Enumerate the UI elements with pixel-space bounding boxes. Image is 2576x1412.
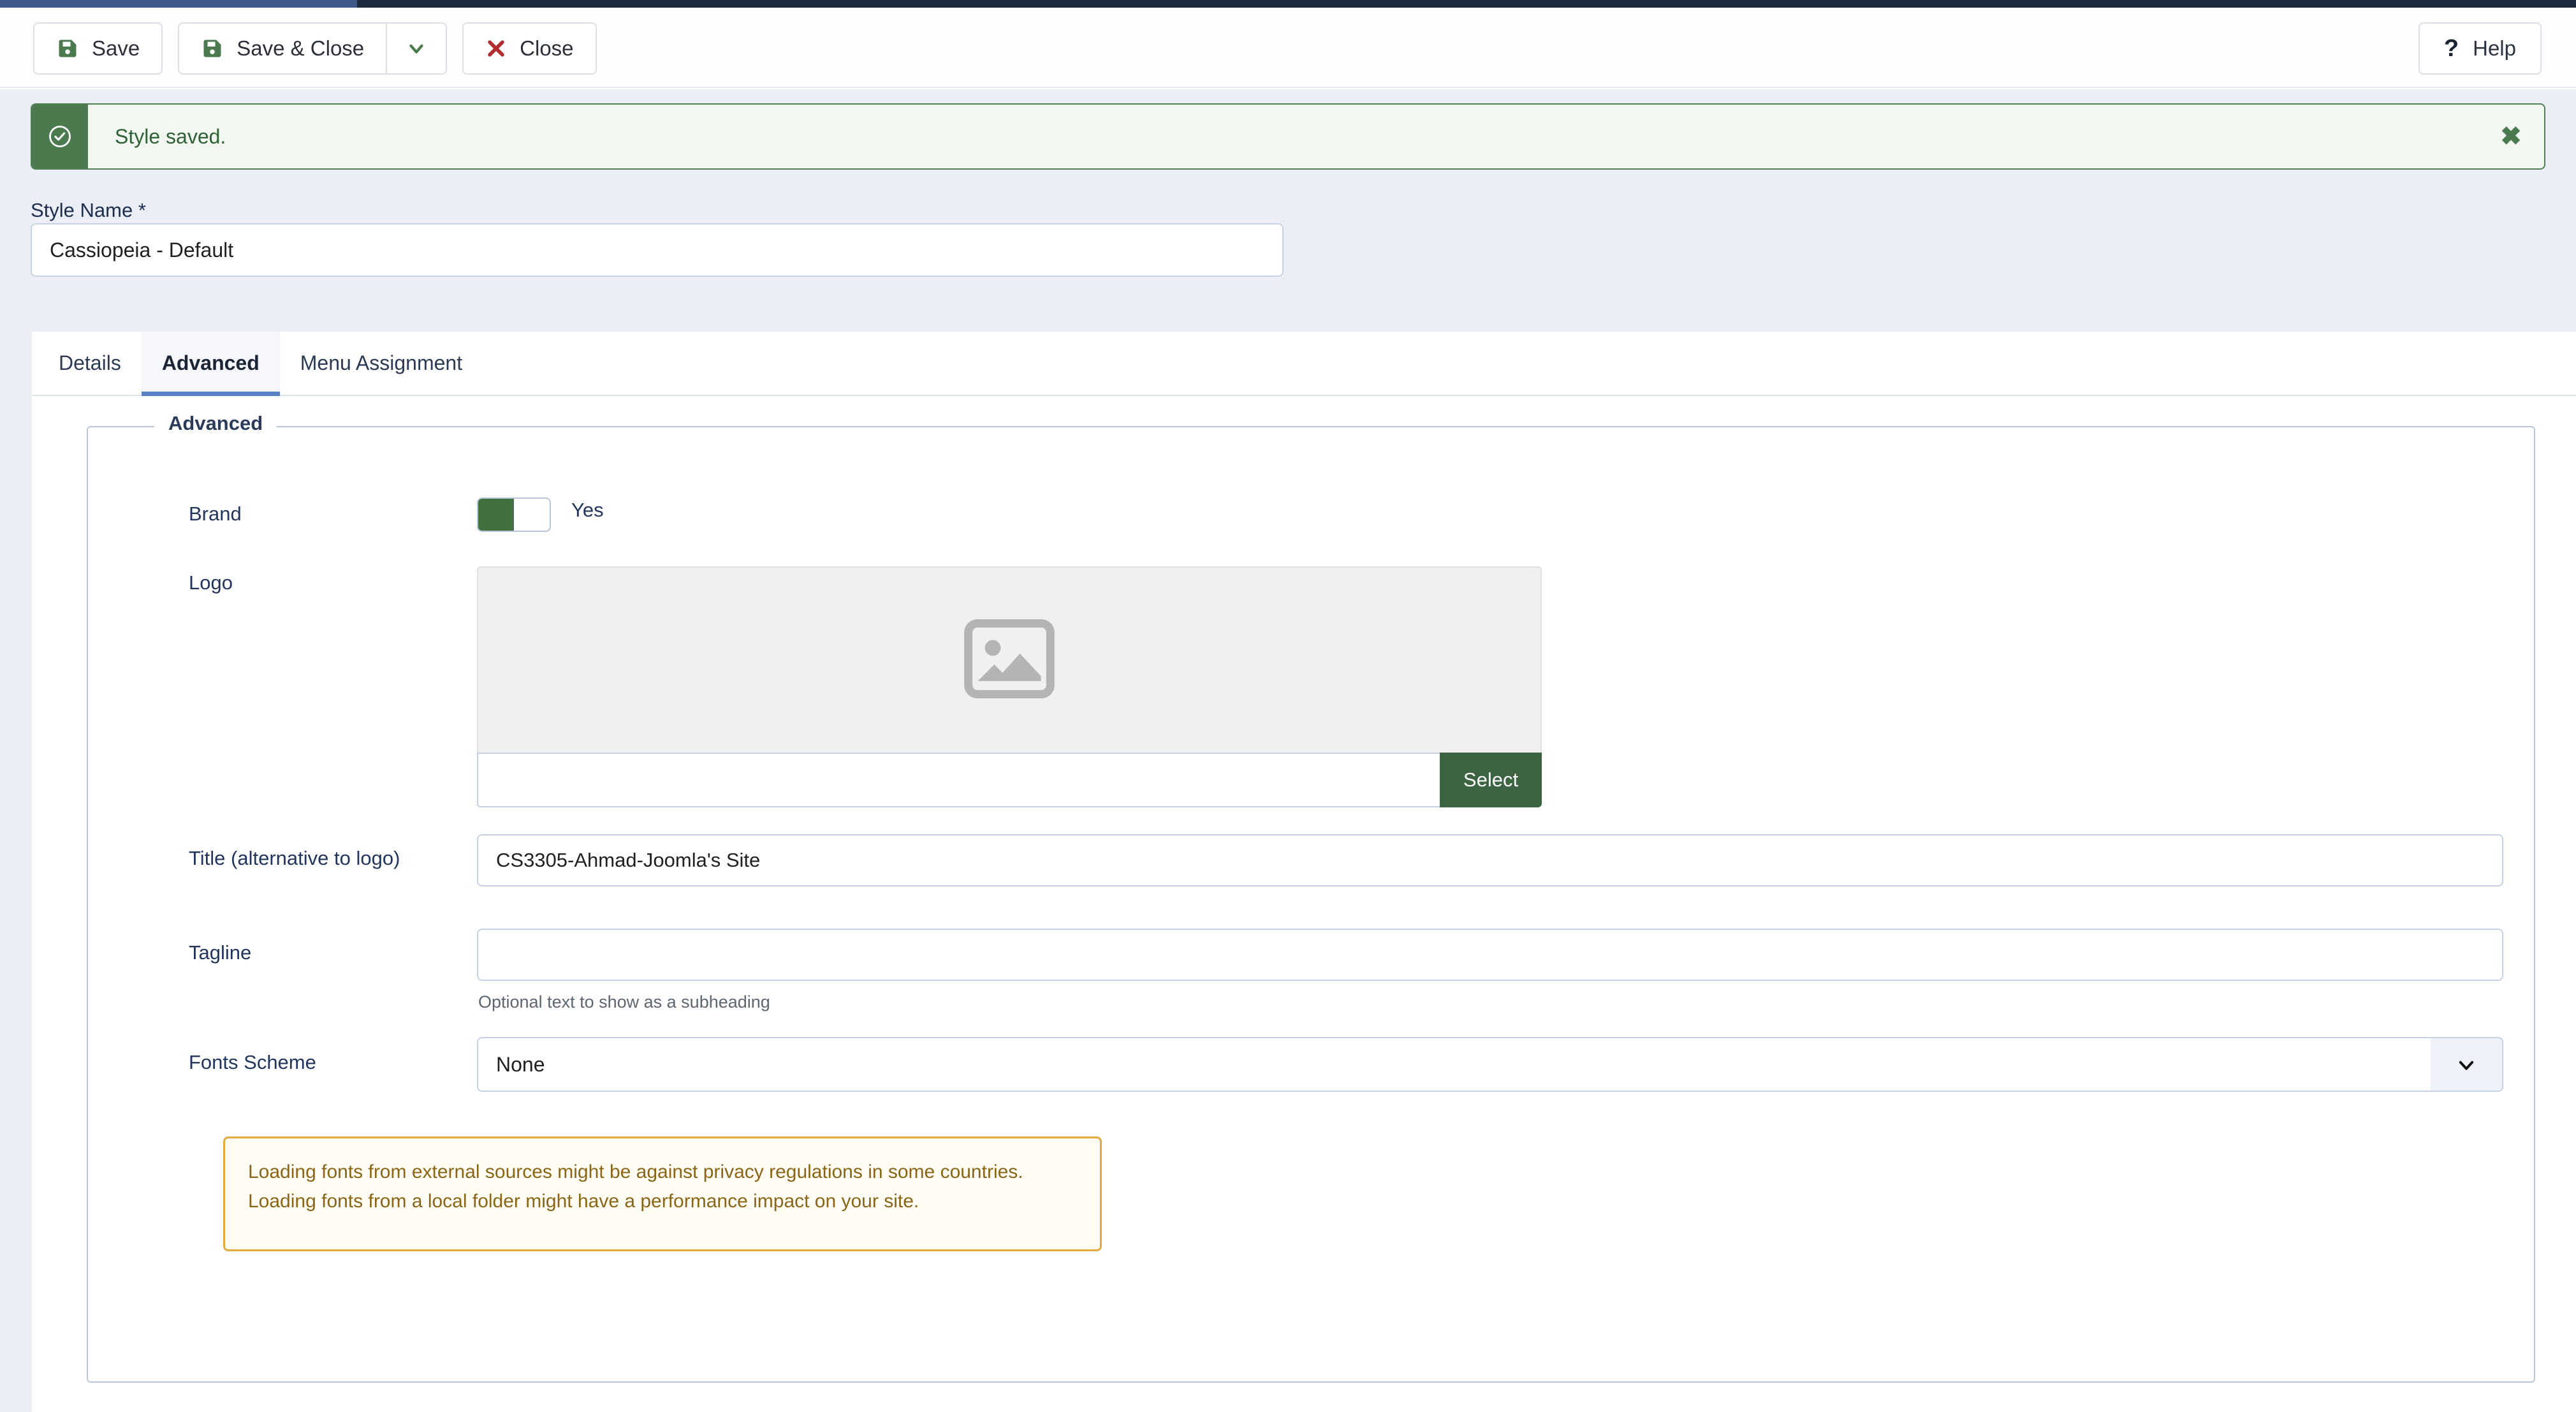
tab-advanced[interactable]: Advanced — [141, 332, 280, 396]
save-icon — [201, 37, 224, 60]
save-dropdown-toggle[interactable] — [386, 22, 448, 75]
question-mark-icon: ? — [2443, 35, 2459, 62]
tagline-input[interactable] — [477, 929, 2503, 981]
field-row-fonts-scheme: Fonts Scheme None — [88, 1037, 2536, 1101]
brand-toggle-state-label: Yes — [571, 499, 604, 521]
save-button[interactable]: Save — [33, 22, 163, 75]
field-row-title: Title (alternative to logo) CS3305-Ahmad… — [88, 834, 2536, 892]
save-and-close-label: Save & Close — [237, 36, 365, 60]
fonts-scheme-selected-value: None — [496, 1052, 545, 1076]
alert-message: Style saved. — [115, 124, 226, 148]
style-name-input[interactable]: Cassiopeia - Default — [31, 223, 1284, 277]
fonts-scheme-select[interactable]: None — [477, 1037, 2503, 1092]
brand-toggle-off-half — [514, 499, 550, 531]
logo-select-button[interactable]: Select — [1440, 753, 1542, 807]
chevron-down-icon[interactable] — [2431, 1038, 2502, 1091]
notice-line-2: Loading fonts from a local folder might … — [248, 1190, 919, 1212]
alert-close-button[interactable]: ✖ — [2478, 105, 2544, 168]
top-bar — [0, 0, 2576, 8]
title-label: Title (alternative to logo) — [189, 847, 400, 869]
notice-line-1: Loading fonts from external sources migh… — [248, 1161, 1023, 1182]
tagline-label: Tagline — [189, 941, 252, 964]
save-close-split-button: Save & Close — [178, 22, 448, 75]
close-x-icon — [485, 38, 507, 59]
field-row-brand: Brand Yes — [88, 497, 2536, 536]
page-body: Style saved. ✖ Style Name * Cassiopeia -… — [0, 89, 2576, 1412]
chevron-down-icon — [406, 38, 427, 59]
close-button[interactable]: Close — [462, 22, 597, 75]
logo-path-input[interactable] — [477, 753, 1440, 807]
fonts-privacy-notice: Loading fonts from external sources migh… — [223, 1136, 1102, 1251]
save-icon — [56, 37, 79, 60]
save-button-label: Save — [92, 36, 140, 60]
alert-success: Style saved. ✖ — [31, 103, 2545, 170]
save-and-close-button[interactable]: Save & Close — [178, 22, 386, 75]
close-button-label: Close — [520, 36, 574, 60]
image-placeholder-icon — [964, 619, 1055, 702]
check-circle-icon — [32, 105, 88, 168]
field-row-tagline: Tagline Optional text to show as a subhe… — [88, 929, 2536, 1018]
field-row-logo: Logo Select — [88, 566, 2536, 809]
content-card: Details Advanced Menu Assignment Advance… — [32, 332, 2576, 1412]
toolbar: Save Save & Close Close ? Help — [0, 8, 2576, 88]
tagline-help-text: Optional text to show as a subheading — [478, 992, 770, 1011]
tab-bar: Details Advanced Menu Assignment — [32, 332, 2576, 396]
title-input[interactable]: CS3305-Ahmad-Joomla's Site — [477, 834, 2503, 886]
left-gutter — [0, 89, 32, 1412]
logo-preview[interactable] — [477, 566, 1542, 753]
top-bar-sidebar-accent — [0, 0, 357, 8]
toolbar-button-group: Save Save & Close Close — [33, 22, 597, 75]
style-name-label: Style Name * — [31, 199, 146, 221]
help-button-label: Help — [2473, 36, 2516, 60]
brand-toggle-on-half — [478, 499, 514, 531]
tab-menu-assignment[interactable]: Menu Assignment — [280, 332, 483, 395]
tab-details[interactable]: Details — [38, 332, 142, 395]
advanced-fieldset: Advanced Brand Yes Logo Select Title (al… — [87, 412, 2536, 1383]
fonts-scheme-label: Fonts Scheme — [189, 1051, 316, 1073]
logo-input-row: Select — [477, 753, 1542, 807]
brand-label: Brand — [189, 503, 242, 525]
help-button[interactable]: ? Help — [2418, 22, 2542, 75]
logo-label: Logo — [189, 571, 233, 594]
fieldset-legend: Advanced — [154, 412, 277, 435]
brand-toggle[interactable] — [477, 497, 551, 532]
